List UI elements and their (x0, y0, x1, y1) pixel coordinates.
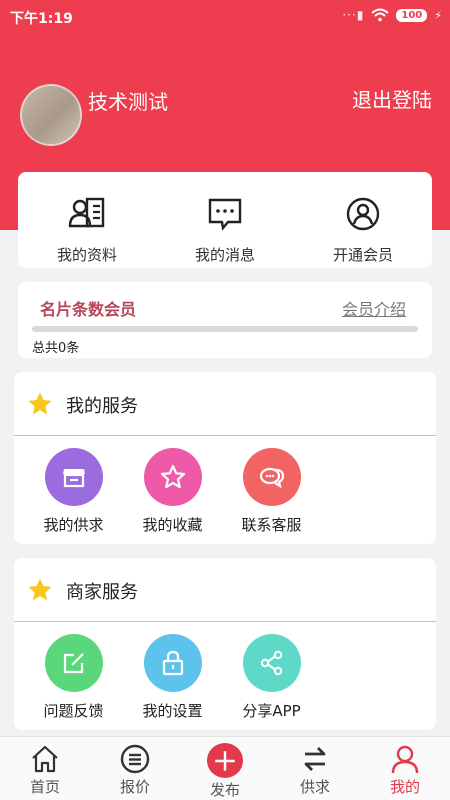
home-icon (32, 745, 58, 773)
section-header: 商家服务 (14, 558, 436, 622)
lock-icon (143, 634, 202, 692)
contact-service-button[interactable]: 联系客服 (222, 448, 321, 535)
username: 技术测试 (88, 90, 168, 114)
membership-title: 名片条数会员 (40, 300, 137, 319)
membership-total: 总共0条 (32, 341, 80, 356)
service-label: 分享APP (242, 702, 301, 720)
status-bar: 下午1:19 ···▮ 100 ⚡ (0, 0, 450, 34)
tab-supply[interactable]: 供求 (270, 737, 360, 800)
service-label: 问题反馈 (43, 702, 104, 720)
logout-button[interactable]: 退出登陆 (352, 84, 432, 113)
service-label: 我的供求 (43, 516, 104, 534)
quick-action-label: 开通会员 (332, 246, 393, 264)
battery-indicator: 100 (396, 8, 428, 22)
service-label: 联系客服 (241, 516, 302, 534)
swap-icon (304, 747, 326, 771)
share-app-button[interactable]: 分享APP (222, 634, 321, 721)
section-title: 我的服务 (66, 396, 138, 417)
message-icon (208, 198, 242, 231)
tab-label: 报价 (119, 778, 150, 796)
wifi-icon (371, 8, 390, 22)
tab-publish[interactable]: 发布 (180, 737, 270, 800)
charging-icon: ⚡ (434, 8, 442, 22)
avatar[interactable] (20, 84, 82, 146)
tab-home[interactable]: 首页 (0, 737, 90, 800)
my-supply-button[interactable]: 我的供求 (24, 448, 123, 535)
star-outline-icon (143, 448, 202, 506)
share-icon (242, 634, 301, 692)
merchant-services-section: 商家服务 问题反馈 我的设置 分享APP (14, 558, 436, 730)
my-services-section: 我的服务 我的供求 我的收藏 联系客服 (14, 372, 436, 544)
tab-quote[interactable]: 报价 (90, 737, 180, 800)
membership-card: 名片条数会员 会员介绍 总共0条 (18, 282, 432, 358)
tab-label: 首页 (29, 778, 60, 796)
user-icon (391, 745, 419, 774)
membership-intro-link[interactable]: 会员介绍 (342, 296, 406, 320)
tab-label: 发布 (209, 781, 240, 799)
star-icon (28, 392, 52, 415)
feedback-button[interactable]: 问题反馈 (24, 634, 123, 721)
star-icon (28, 578, 52, 601)
settings-button[interactable]: 我的设置 (123, 634, 222, 721)
service-label: 我的收藏 (142, 516, 203, 534)
chat-icon (242, 448, 301, 506)
tab-mine[interactable]: 我的 (360, 737, 450, 800)
quick-action-label: 我的消息 (194, 246, 255, 264)
list-icon (120, 744, 150, 774)
member-icon (346, 197, 380, 231)
status-time: 下午1:19 (10, 11, 73, 27)
my-profile-button[interactable]: 我的资料 (18, 172, 156, 268)
plus-icon (207, 743, 243, 778)
section-header: 我的服务 (14, 372, 436, 436)
quick-action-label: 我的资料 (56, 246, 117, 264)
quick-actions-card: 我的资料 我的消息 开通会员 (18, 172, 432, 268)
membership-progress-bar (32, 326, 418, 332)
tab-label: 我的 (389, 778, 420, 796)
my-favorites-button[interactable]: 我的收藏 (123, 448, 222, 535)
service-label: 我的设置 (142, 702, 203, 720)
my-messages-button[interactable]: 我的消息 (156, 172, 294, 268)
profile-card-icon (68, 197, 105, 228)
feedback-icon (44, 634, 103, 692)
open-membership-button[interactable]: 开通会员 (294, 172, 432, 268)
bottom-tab-bar: 首页 报价 发布 供求 我的 (0, 736, 450, 800)
tab-label: 供求 (299, 778, 330, 796)
section-title: 商家服务 (66, 582, 138, 603)
signal-icon: ···▮ (342, 8, 365, 22)
shop-icon (44, 448, 103, 506)
